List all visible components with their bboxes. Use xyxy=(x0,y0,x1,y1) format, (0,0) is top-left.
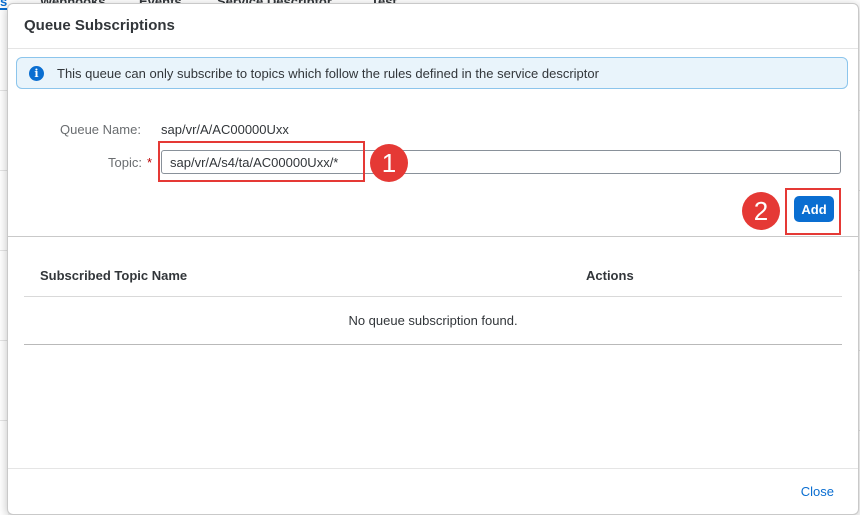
info-message-strip: i This queue can only subscribe to topic… xyxy=(16,57,848,89)
add-button[interactable]: Add xyxy=(794,196,834,222)
column-subscribed-topic-name: Subscribed Topic Name xyxy=(40,268,188,283)
topic-label: Topic: xyxy=(108,155,142,170)
callout-1: 1 xyxy=(370,144,408,182)
dialog-header: Queue Subscriptions xyxy=(8,4,858,49)
topic-highlight-box xyxy=(158,141,365,182)
close-button[interactable]: Close xyxy=(801,484,834,499)
dialog-title: Queue Subscriptions xyxy=(24,17,175,34)
column-actions: Actions xyxy=(586,268,634,283)
info-icon: i xyxy=(29,66,44,81)
dialog-footer: Close xyxy=(8,468,858,514)
queue-name-value: sap/vr/A/AC00000Uxx xyxy=(161,122,289,137)
queue-name-label: Queue Name: xyxy=(60,122,141,137)
callout-2: 2 xyxy=(742,192,780,230)
subscriptions-table-header: Subscribed Topic Name Actions xyxy=(24,256,842,297)
empty-table-message: No queue subscription found. xyxy=(24,297,842,345)
queue-subscriptions-dialog: Queue Subscriptions i This queue can onl… xyxy=(7,3,859,515)
required-marker: * xyxy=(147,155,153,170)
info-message-text: This queue can only subscribe to topics … xyxy=(57,66,599,81)
section-divider xyxy=(8,236,858,237)
